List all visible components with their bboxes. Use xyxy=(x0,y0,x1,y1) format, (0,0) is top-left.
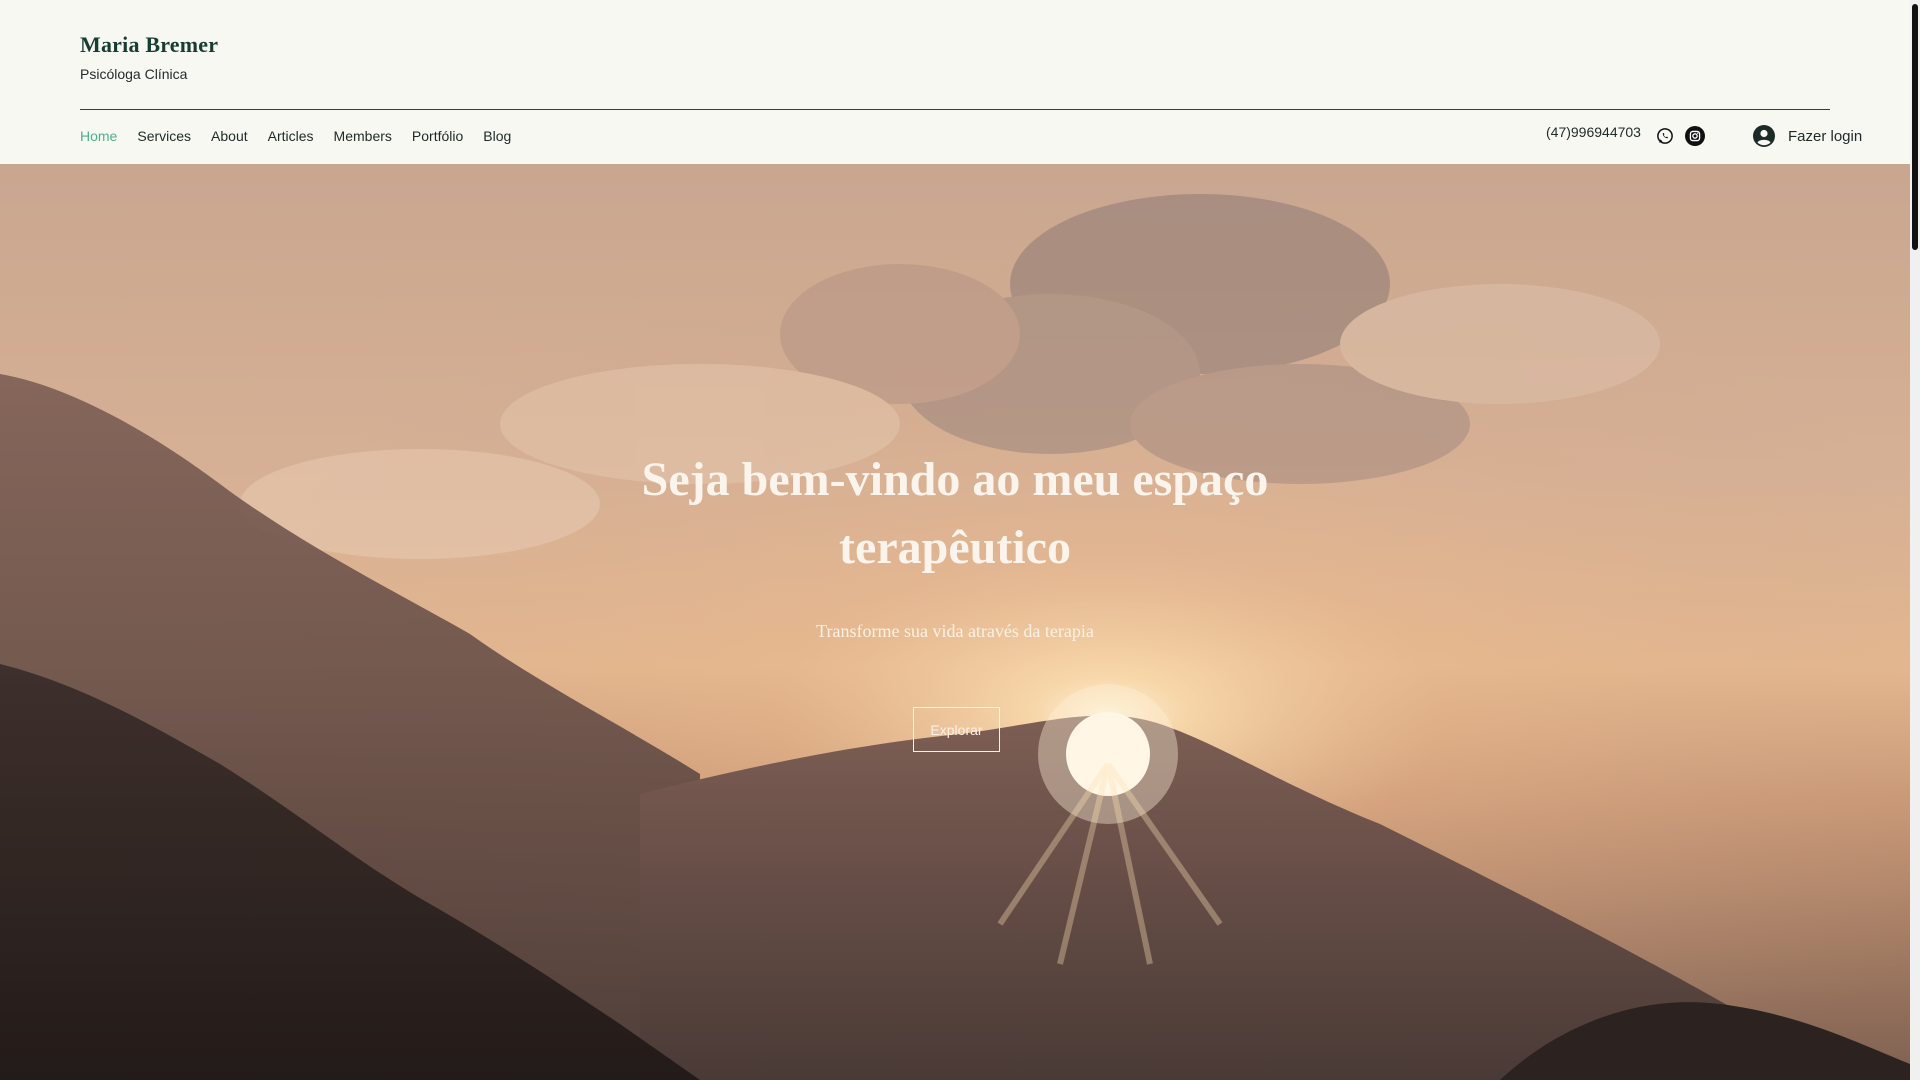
nav-item-blog[interactable]: Blog xyxy=(483,128,511,144)
whatsapp-icon[interactable] xyxy=(1655,126,1675,146)
hero-section: Seja bem-vindo ao meu espaço terapêutico… xyxy=(0,164,1910,1080)
nav-item-home[interactable]: Home xyxy=(80,128,117,144)
nav-item-about[interactable]: About xyxy=(211,128,248,144)
nav-item-members[interactable]: Members xyxy=(334,128,392,144)
explore-button[interactable]: Explorar xyxy=(913,707,1000,752)
nav-item-articles[interactable]: Articles xyxy=(268,128,314,144)
site-header: Maria Bremer Psicóloga Clínica Home Serv… xyxy=(0,0,1910,164)
brand-name[interactable]: Maria Bremer xyxy=(80,32,218,58)
brand-subtitle: Psicóloga Clínica xyxy=(80,66,188,82)
hero-subtitle: Transforme sua vida através da terapia xyxy=(816,621,1094,641)
main-nav: Home Services About Articles Members Por… xyxy=(80,126,531,146)
nav-item-services[interactable]: Services xyxy=(137,128,191,144)
scrollbar-thumb[interactable] xyxy=(1912,4,1918,250)
user-avatar-icon xyxy=(1752,124,1776,148)
header-divider xyxy=(80,109,1830,110)
nav-item-portfolio[interactable]: Portfólio xyxy=(412,128,463,144)
login-button[interactable]: Fazer login xyxy=(1752,124,1862,148)
phone-number: (47)996944703 xyxy=(1546,124,1641,140)
page-scrollbar[interactable] xyxy=(1910,0,1920,1080)
instagram-icon[interactable] xyxy=(1685,126,1705,146)
login-label: Fazer login xyxy=(1788,127,1863,145)
hero-title: Seja bem-vindo ao meu espaço terapêutico xyxy=(641,453,1269,574)
